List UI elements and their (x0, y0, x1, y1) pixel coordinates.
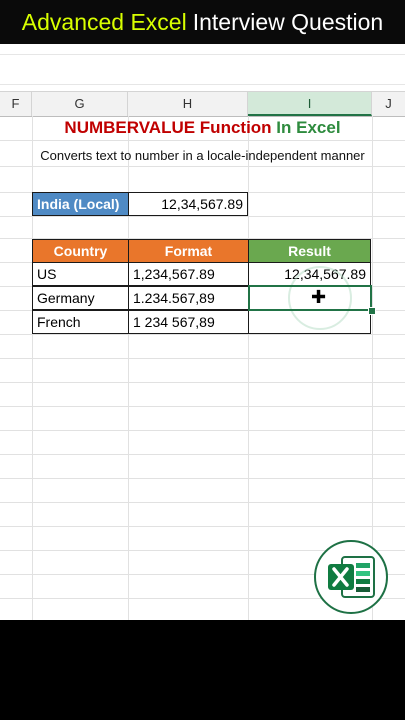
grid-line (0, 334, 405, 335)
grid-line (0, 382, 405, 383)
sheet-title-function: NUMBERVALUE Function (64, 118, 272, 137)
video-bottom-bar (0, 620, 405, 720)
grid-line (0, 478, 405, 479)
grid-line (0, 430, 405, 431)
grid-line (0, 502, 405, 503)
banner-text: Interview Question (192, 8, 384, 35)
selected-cell-outline[interactable] (248, 285, 372, 311)
india-local-label-cell[interactable]: India (Local) (32, 192, 129, 216)
grid-line (0, 140, 405, 141)
grid-line (0, 526, 405, 527)
video-title-banner: Advanced Excel Interview Question (0, 0, 405, 44)
table-row-format-cell[interactable]: 1,234,567.89 (128, 262, 249, 286)
excel-logo-graphic (328, 556, 375, 598)
result-header-cell[interactable]: Result (248, 239, 371, 263)
divider (0, 84, 405, 85)
grid-line (0, 166, 405, 167)
grid-line (0, 406, 405, 407)
grid-line (0, 216, 405, 217)
table-row-format-cell[interactable]: 1 234 567,89 (128, 310, 249, 334)
column-header-j[interactable]: J (372, 92, 405, 116)
banner-highlight: Advanced Excel (21, 8, 187, 35)
format-header-cell[interactable]: Format (128, 239, 249, 263)
column-header-f[interactable]: F (0, 92, 32, 116)
grid-line (0, 454, 405, 455)
india-local-value-cell[interactable]: 12,34,567.89 (128, 192, 248, 216)
sheet-title: NUMBERVALUE Function In Excel (0, 118, 405, 138)
sheet-subtitle: Converts text to number in a locale-inde… (40, 148, 365, 163)
sheet-title-suffix: In Excel (276, 118, 341, 137)
divider (0, 54, 405, 55)
excel-logo-icon (314, 540, 388, 614)
table-row-format-cell[interactable]: 1.234.567,89 (128, 286, 249, 310)
fill-handle[interactable] (368, 307, 376, 315)
column-header-h[interactable]: H (128, 92, 248, 116)
country-header-cell[interactable]: Country (32, 239, 129, 263)
cell-select-cursor-icon: ✚ (311, 287, 327, 307)
table-row-country-cell[interactable]: French (32, 310, 129, 334)
column-header-bar: F G H I J (0, 91, 405, 117)
table-row-country-cell[interactable]: US (32, 262, 129, 286)
grid-line (0, 358, 405, 359)
column-header-i[interactable]: I (248, 92, 372, 116)
table-row-country-cell[interactable]: Germany (32, 286, 129, 310)
column-header-g[interactable]: G (32, 92, 128, 116)
